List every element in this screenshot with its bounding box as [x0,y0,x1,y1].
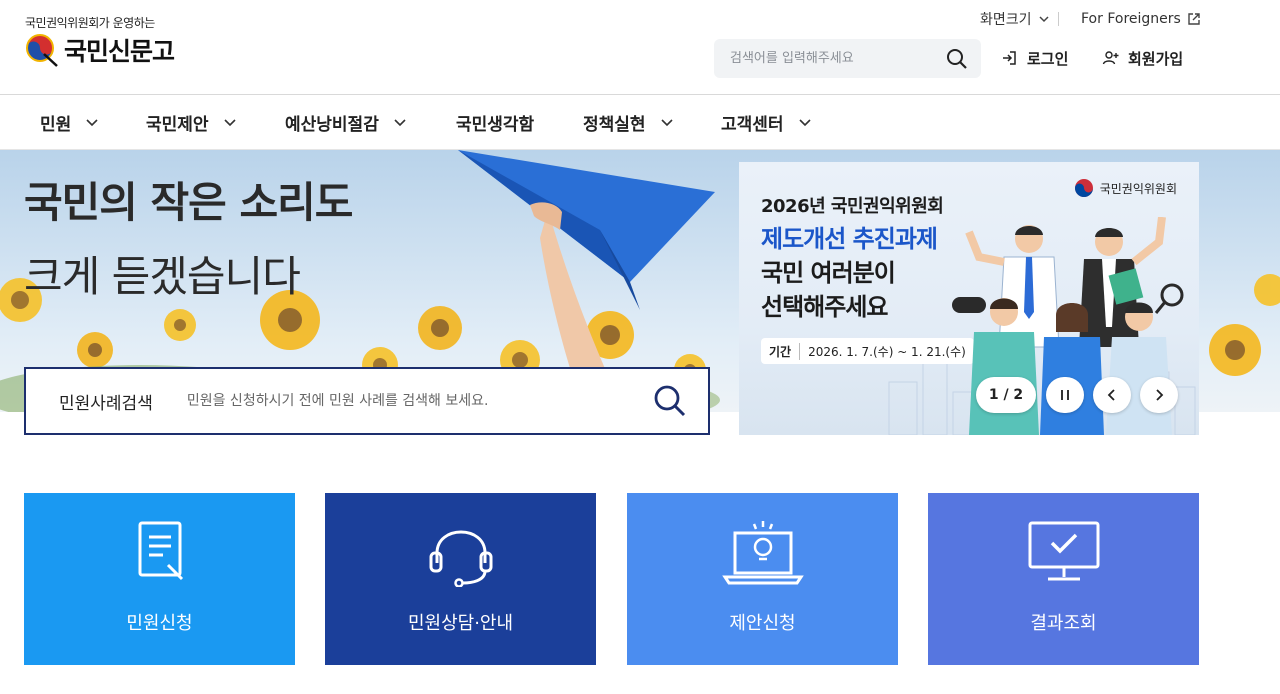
banner-headline: 제도개선 추진과제 국민 여러분이 선택해주세요 [761,222,938,324]
main-nav: 민원 국민제안 예산낭비절감 국민생각함 정책실현 고객센터 [0,94,1280,150]
login-button[interactable]: 로그인 [1001,47,1068,69]
nav-item-minwon[interactable]: 민원 [40,95,99,149]
banner-year-title: 2026년 국민권익위원회 [761,196,944,217]
pause-icon [1061,390,1069,400]
login-icon [1003,51,1016,65]
banner-headline-line2: 국민 여러분이 [761,259,896,287]
font-size-label: 화면크기 [980,12,1032,28]
quick-menu-apply[interactable]: 민원신청 [24,493,295,665]
nav-item-budget[interactable]: 예산낭비절감 [285,95,407,149]
quick-menu-proposal[interactable]: 제안신청 [627,493,898,665]
font-size-control[interactable]: 화면크기 [980,9,1050,29]
join-button[interactable]: 회원가입 [1102,47,1183,69]
nav-item-policy[interactable]: 정책실현 [583,95,674,149]
logo-wordmark: 국민신문고 [64,37,175,66]
monitor-check-icon [1028,521,1099,581]
chevron-down-icon [660,119,673,127]
banner-headline-line3: 선택해주세요 [761,293,888,321]
util-divider [1058,12,1059,26]
chevron-down-icon [86,119,98,127]
login-label: 로그인 [1027,49,1069,68]
taegeuk-icon [1074,179,1093,197]
headset-icon [429,530,492,587]
quick-menu-label: 민원상담·안내 [407,613,514,634]
banner-prev-button[interactable] [1093,377,1131,413]
site-logo[interactable]: 국민권익위원회가 운영하는 국민신문고 [24,14,184,70]
promo-banner[interactable]: 국민권익위원회 2026년 국민권익위원회 제도개선 추진과제 국민 여러분이 … [739,162,1199,435]
for-foreigners-label: For Foreigners [1081,11,1181,27]
site-header: 국민권익위원회가 운영하는 국민신문고 화면크기 For Foreigners … [0,0,1280,94]
nav-item-label: 민원 [40,114,72,135]
search-icon[interactable] [945,47,969,71]
nav-item-proposal[interactable]: 국민제안 [146,95,237,149]
chevron-down-icon [394,119,406,127]
chevron-right-icon [1156,389,1164,401]
quick-menu-label: 제안신청 [729,613,796,634]
banner-period: 기간 2026. 1. 7.(수) ~ 1. 21.(수) [761,338,974,364]
lightbulb-laptop-icon [721,521,804,585]
case-search-box: 민원사례검색 [24,367,710,435]
quick-menu-label: 결과조회 [1030,613,1097,634]
taegeuk-emblem-icon [26,34,58,67]
banner-pagination: 1 / 2 [976,377,1036,413]
chevron-left-icon [1107,389,1115,401]
banner-org-name: 국민권익위원회 [1099,181,1177,196]
join-label: 회원가입 [1128,49,1184,68]
case-search-label: 민원사례검색 [59,393,153,414]
nav-item-label: 고객센터 [721,114,784,135]
nav-item-thoughts[interactable]: 국민생각함 [456,95,534,149]
nav-item-label: 예산낭비절감 [285,114,379,135]
banner-headline-line1: 제도개선 추진과제 [761,225,938,253]
for-foreigners-link[interactable]: For Foreigners [1081,9,1201,29]
nav-item-label: 정책실현 [583,114,646,135]
search-icon[interactable] [652,383,688,419]
document-edit-icon [138,521,183,581]
banner-next-button[interactable] [1140,377,1178,413]
nav-item-label: 국민제안 [146,114,209,135]
external-link-icon [1188,13,1200,25]
nav-item-label: 국민생각함 [456,114,535,135]
chevron-down-icon [1039,16,1049,23]
case-search-input[interactable] [186,393,607,409]
banner-org: 국민권익위원회 [1074,178,1177,198]
banner-pause-button[interactable] [1046,377,1084,413]
logo-subtitle: 국민권익위원회가 운영하는 [25,16,155,30]
nav-item-customer-center[interactable]: 고객센터 [721,95,812,149]
chevron-down-icon [798,119,811,127]
quick-menu-label: 민원신청 [126,613,193,634]
quick-menu-consult[interactable]: 민원상담·안내 [325,493,596,665]
hero-title: 국민의 작은 소리도 크게 듣겠습니다 [24,166,353,314]
banner-period-value: 2026. 1. 7.(수) ~ 1. 21.(수) [808,344,966,359]
hero-title-line2: 크게 듣겠습니다 [24,252,301,301]
search-input[interactable] [730,51,930,66]
site-search [714,39,981,78]
quick-menu-result[interactable]: 결과조회 [928,493,1199,665]
hero-title-line1: 국민의 작은 소리도 [24,178,353,227]
user-add-icon [1102,51,1119,65]
banner-period-label: 기간 [769,342,801,360]
chevron-down-icon [223,119,236,127]
